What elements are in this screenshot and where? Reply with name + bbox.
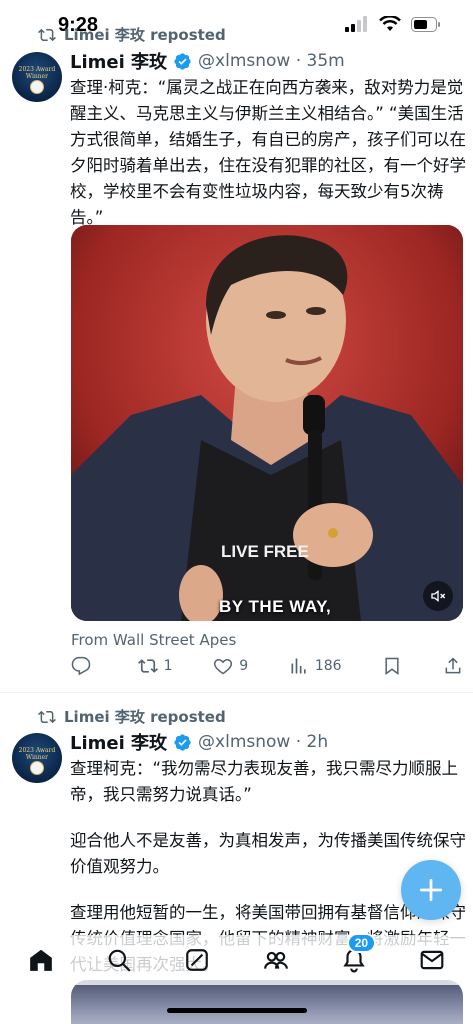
views-chart-icon: [291, 658, 306, 674]
repost-icon: [137, 659, 158, 673]
wifi-icon: [379, 16, 401, 31]
shirt-text: LIVE FREE: [221, 542, 309, 561]
views-button[interactable]: 186: [289, 656, 342, 676]
notifications-badge: 20: [346, 933, 377, 953]
avatar-photo: [30, 761, 44, 775]
tweet-paragraph: 查理·柯克：“属灵之战正在向西方袭来，敌对势力是觉醒主义、马克思主义与伊斯兰主义…: [70, 78, 466, 227]
battery-icon: [411, 16, 440, 32]
repost-indicator[interactable]: Limei 李玫 reposted: [38, 706, 226, 727]
avatar-photo: [30, 80, 44, 94]
tweet-video[interactable]: LIVE FREE BY THE WAY,: [71, 225, 463, 621]
tweet-header: Limei 李玫 @xlmsnow · 2h: [70, 729, 328, 755]
mail-icon: [420, 950, 444, 970]
author-name[interactable]: Limei 李玫: [70, 729, 167, 755]
share-button[interactable]: [443, 656, 463, 676]
reply-button[interactable]: [71, 656, 97, 676]
status-icons: [345, 16, 441, 32]
tweet-image-preview[interactable]: [71, 980, 463, 1024]
repost-button[interactable]: 1: [137, 656, 173, 676]
author-handle-time: @xlmsnow · 35m: [198, 51, 345, 71]
plus-icon: [419, 878, 443, 902]
tab-grok[interactable]: [184, 947, 210, 973]
mute-button[interactable]: [423, 581, 453, 611]
tab-home[interactable]: [28, 947, 54, 973]
tab-messages[interactable]: [419, 947, 445, 973]
bookmark-icon: [385, 657, 399, 675]
verified-badge-icon: [174, 733, 191, 751]
repost-icon: [38, 710, 56, 723]
media-source[interactable]: From Wall Street Apes: [71, 631, 236, 649]
home-icon: [30, 949, 52, 971]
communities-icon: [263, 951, 288, 969]
tweet-header: Limei 李玫 @xlmsnow · 35m: [70, 48, 345, 74]
repost-indicator[interactable]: Limei 李玫 reposted: [38, 24, 226, 45]
avatar[interactable]: 2023 Award Winner: [12, 733, 62, 783]
avatar-award-text: 2023 Award Winner: [18, 66, 56, 80]
repost-label: Limei 李玫 reposted: [64, 26, 226, 44]
home-indicator: [167, 1008, 307, 1013]
tab-notifications[interactable]: 20: [341, 933, 377, 973]
avatar-award-text: 2023 Award Winner: [18, 747, 56, 761]
share-icon: [445, 657, 461, 674]
tab-communities[interactable]: [263, 947, 289, 973]
repost-count: 1: [163, 658, 173, 674]
speaker-muted-icon: [431, 589, 446, 603]
author-name[interactable]: Limei 李玫: [70, 48, 167, 74]
views-count: 186: [314, 658, 342, 674]
grok-icon: [186, 949, 209, 971]
avatar[interactable]: 2023 Award Winner: [12, 52, 62, 102]
tweet-paragraph: 查理柯克：“我勿需尽力表现友善，我只需尽力顺服上帝，我只需努力说真话。”: [70, 759, 459, 804]
reply-icon: [71, 656, 91, 676]
like-count: 9: [239, 658, 249, 674]
like-button[interactable]: 9: [213, 656, 248, 676]
bookmark-button[interactable]: [382, 656, 402, 676]
tweet-actions: 1 9 186: [71, 656, 463, 676]
bottom-tab-bar: 20: [0, 933, 473, 985]
video-caption: BY THE WAY,: [219, 597, 332, 616]
compose-post-button[interactable]: [401, 860, 461, 920]
repost-icon: [38, 28, 56, 41]
tab-search[interactable]: [106, 947, 132, 973]
verified-badge-icon: [174, 52, 191, 70]
tweet-divider: [0, 692, 473, 693]
heart-icon: [214, 658, 233, 675]
author-handle-time: @xlmsnow · 2h: [198, 732, 329, 752]
video-frame-illustration: LIVE FREE: [71, 225, 463, 621]
cellular-signal-icon: [345, 16, 367, 32]
repost-label: Limei 李玫 reposted: [64, 708, 226, 726]
search-icon: [108, 949, 131, 972]
